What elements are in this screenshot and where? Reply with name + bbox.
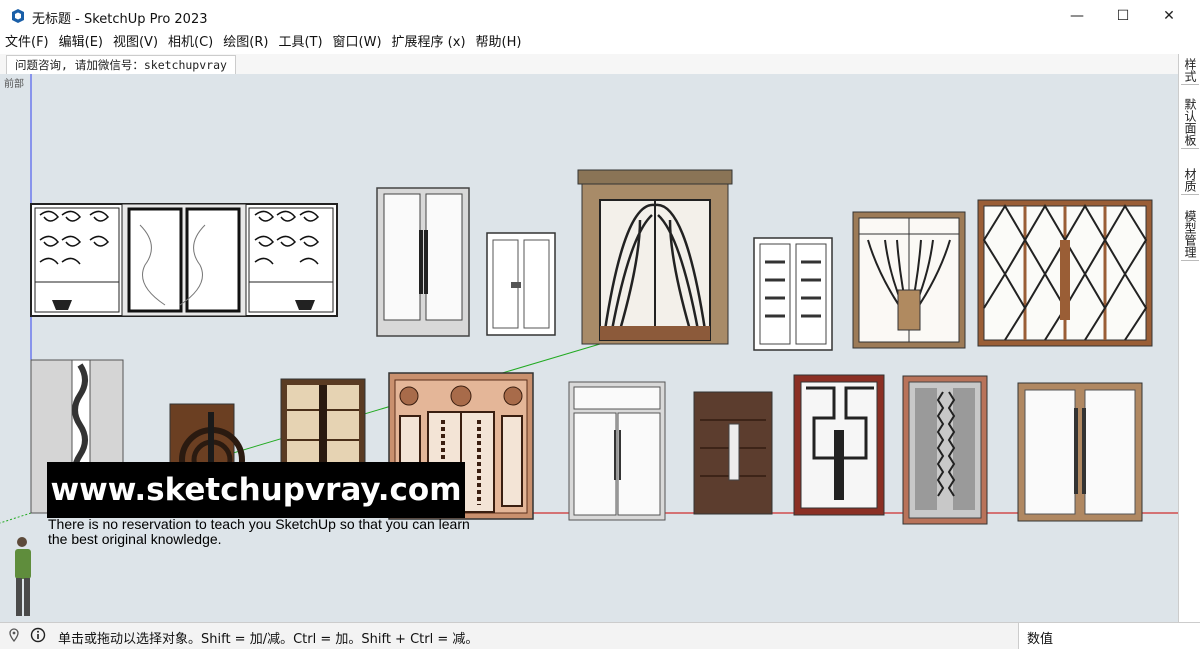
info-icon[interactable] — [30, 627, 46, 643]
menu-file[interactable]: 文件(F) — [0, 32, 54, 54]
scale-figure[interactable] — [15, 537, 31, 616]
close-button[interactable]: ✕ — [1146, 0, 1192, 32]
status-hint: 单击或拖动以选择对象。Shift = 加/减。Ctrl = 加。Shift + … — [58, 632, 479, 647]
tray-tab-materials[interactable]: 材质 — [1181, 166, 1199, 195]
wrought-iron-triple-door[interactable] — [30, 203, 338, 317]
menu-help[interactable]: 帮助(H) — [471, 32, 527, 54]
menu-camera[interactable]: 相机(C) — [163, 32, 218, 54]
menu-window[interactable]: 窗口(W) — [328, 32, 387, 54]
default-tray: 样式 默认面板 材质 模型管理 — [1178, 54, 1200, 622]
diamond-lattice-sliding-door[interactable] — [977, 199, 1153, 347]
green-axis-negative — [0, 512, 32, 524]
marble-frame-arched-door[interactable] — [577, 169, 733, 345]
white-grid-double-door[interactable] — [753, 237, 833, 351]
sketchup-logo-icon — [12, 9, 24, 23]
glass-leaf-pattern-door[interactable] — [902, 375, 988, 525]
white-panel-double-door[interactable] — [486, 232, 556, 336]
view-label: 前部 — [4, 79, 24, 90]
menu-bar: 文件(F) 编辑(E) 视图(V) 相机(C) 绘图(R) 工具(T) 窗口(W… — [0, 32, 1200, 54]
watermark-url: www.sketchupvray.com — [50, 472, 462, 508]
minimize-button[interactable]: — — [1054, 0, 1100, 32]
menu-draw[interactable]: 绘图(R) — [218, 32, 273, 54]
glass-transom-door[interactable] — [568, 381, 666, 521]
watermark-banner: www.sketchupvray.com — [47, 462, 465, 518]
walnut-double-door[interactable] — [693, 391, 773, 515]
geo-location-icon[interactable] — [6, 627, 22, 643]
tray-tab-styles[interactable]: 样式 — [1181, 56, 1199, 85]
meander-pattern-door[interactable] — [793, 374, 885, 516]
menu-tools[interactable]: 工具(T) — [273, 32, 327, 54]
menu-edit[interactable]: 编辑(E) — [54, 32, 108, 54]
maximize-button[interactable]: ☐ — [1100, 0, 1146, 32]
menu-view[interactable]: 视图(V) — [108, 32, 163, 54]
scene-tab-bar: 问题咨询, 请加微信号：sketchupvray — [0, 54, 1178, 75]
title-bar: 无标题 - SketchUp Pro 2023 — ☐ ✕ — [0, 0, 1200, 32]
watermark-caption: There is no reservation to teach you Ske… — [48, 516, 470, 547]
menu-extensions[interactable]: 扩展程序 (x) — [387, 32, 471, 54]
measurements-label: 数值 — [1027, 632, 1054, 647]
wood-frame-glass-door[interactable] — [1017, 382, 1143, 522]
white-glass-double-door[interactable] — [376, 187, 470, 337]
tray-tab-default-panel[interactable]: 默认面板 — [1181, 96, 1199, 149]
tray-tab-outliner[interactable]: 模型管理 — [1181, 208, 1199, 261]
scene-tab[interactable]: 问题咨询, 请加微信号：sketchupvray — [6, 55, 236, 75]
window-title: 无标题 - SketchUp Pro 2023 — [32, 12, 208, 27]
status-bar: 单击或拖动以选择对象。Shift = 加/减。Ctrl = 加。Shift + … — [0, 622, 1200, 649]
measurements-box[interactable]: 数值 — [1018, 623, 1200, 649]
fan-pattern-door[interactable] — [852, 211, 966, 349]
